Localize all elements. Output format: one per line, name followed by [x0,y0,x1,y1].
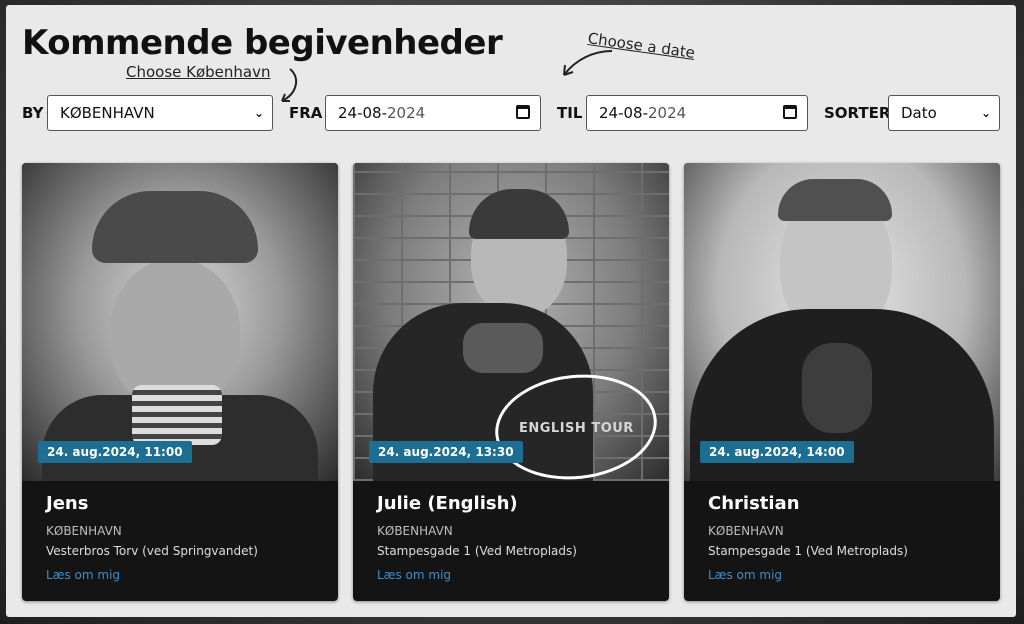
to-date-day: 24-08- [599,104,648,122]
arrow-curved-icon [281,68,298,102]
event-city: KØBENHAVN [46,524,122,538]
event-address: Stampesgade 1 (Ved Metroplads) [377,544,577,558]
event-address: Vesterbros Torv (ved Springvandet) [46,544,258,558]
choose-city-hint: Choose København [126,63,271,81]
chevron-down-icon: ⌄ [253,106,264,120]
guide-name: Julie (English) [377,493,518,514]
sort-select-value: Dato [901,104,937,122]
guide-name: Jens [46,493,89,514]
event-city: KØBENHAVN [377,524,453,538]
english-tour-label: ENGLISH TOUR [519,421,634,436]
event-city: KØBENHAVN [708,524,784,538]
from-date-day: 24-08- [338,104,387,122]
city-select[interactable]: KØBENHAVN ⌄ [47,95,273,131]
calendar-icon[interactable] [783,105,797,119]
guide-photo [22,163,338,481]
chevron-down-icon: ⌄ [980,106,991,120]
read-more-link[interactable]: Læs om mig [46,568,326,582]
guide-name: Christian [708,493,800,514]
to-date-input[interactable]: 24-08- 2024 [586,95,808,131]
calendar-icon[interactable] [516,105,530,119]
event-card[interactable]: ENGLISH TOUR 24. aug.2024, 13:30 Julie (… [353,163,669,601]
guide-photo [684,163,1000,481]
events-panel: Kommende begivenheder Choose København C… [6,5,1016,617]
sort-select[interactable]: Dato ⌄ [888,95,1000,131]
event-date-badge: 24. aug.2024, 11:00 [38,441,192,463]
to-label: TIL [557,104,583,122]
event-card[interactable]: 24. aug.2024, 14:00 Christian KØBENHAVN … [684,163,1000,601]
guide-photo: ENGLISH TOUR [353,163,669,488]
event-date-badge: 24. aug.2024, 14:00 [700,441,854,463]
sort-label: SORTER [824,104,891,122]
read-more-link[interactable]: Læs om mig [708,568,988,582]
to-date-year: 2024 [648,104,687,122]
event-info: Christian KØBENHAVN Stampesgade 1 (Ved M… [708,493,988,582]
page-title: Kommende begivenheder [22,23,503,63]
read-more-link[interactable]: Læs om mig [377,568,657,582]
event-card[interactable]: 24. aug.2024, 11:00 Jens KØBENHAVN Veste… [22,163,338,601]
from-date-input[interactable]: 24-08- 2024 [325,95,541,131]
event-date-badge: 24. aug.2024, 13:30 [369,441,523,463]
city-select-value: KØBENHAVN [60,104,155,122]
event-info: Julie (English) KØBENHAVN Stampesgade 1 … [377,493,657,582]
event-info: Jens KØBENHAVN Vesterbros Torv (ved Spri… [46,493,326,582]
arrow-curved-icon [563,50,613,76]
from-label: FRA [289,104,323,122]
from-date-year: 2024 [387,104,426,122]
city-label: BY [22,104,44,122]
event-address: Stampesgade 1 (Ved Metroplads) [708,544,908,558]
